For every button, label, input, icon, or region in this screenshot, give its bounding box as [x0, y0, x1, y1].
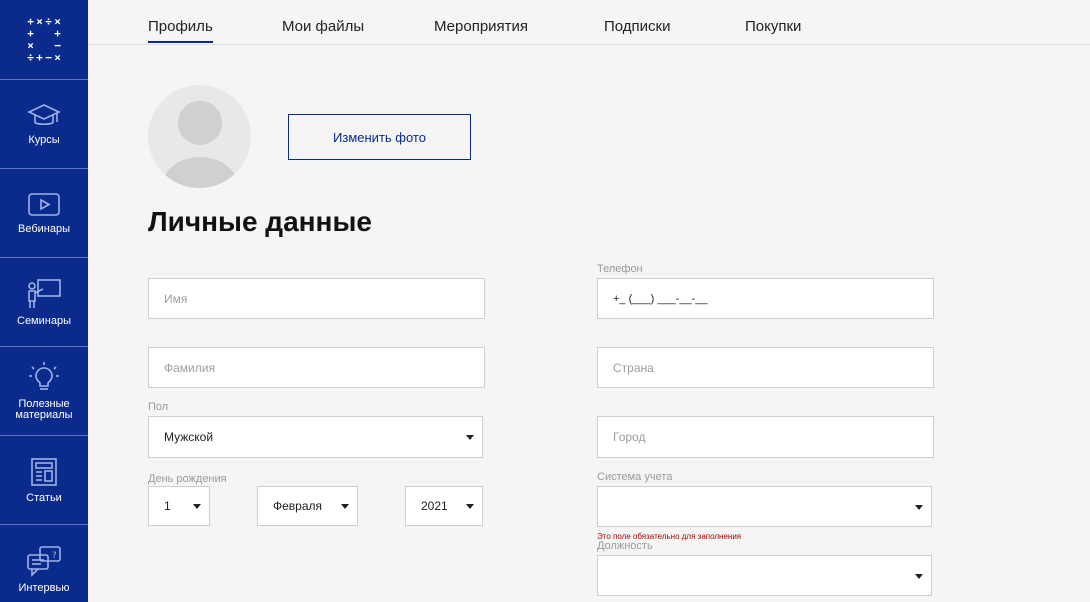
city-field[interactable]: Город: [597, 416, 934, 458]
avatar-body-shape: [162, 157, 238, 188]
svg-text:?: ?: [52, 551, 57, 561]
sidebar-item-label: Вебинары: [18, 222, 70, 235]
sidebar-item-useful-materials[interactable]: Полезные материалы: [0, 347, 88, 436]
sidebar-item-interviews[interactable]: ? Интервью: [0, 525, 88, 602]
avatar: [148, 85, 251, 188]
sidebar: + × ÷ × + + × − ÷ + − × Курсы Вебинары Семина: [0, 0, 88, 602]
birth-day-value: 1: [164, 499, 171, 513]
presenter-board-icon: [28, 278, 61, 308]
tab-purchases[interactable]: Покупки: [745, 18, 801, 35]
newspaper-icon: [31, 457, 57, 486]
tab-subscriptions[interactable]: Подписки: [604, 18, 671, 35]
tab-events[interactable]: Мероприятия: [434, 18, 528, 35]
tab-profile[interactable]: Профиль: [148, 18, 213, 43]
sidebar-item-label: Семинары: [17, 314, 71, 327]
chevron-down-icon: [193, 504, 201, 509]
phone-field[interactable]: +_ (___) ___-__-__: [597, 278, 934, 319]
sidebar-item-seminars[interactable]: Семинары: [0, 258, 88, 347]
profile-tabs: Профиль Мои файлы Мероприятия Подписки П…: [88, 0, 1090, 45]
gender-select[interactable]: Мужской: [148, 416, 483, 458]
sidebar-item-articles[interactable]: Статьи: [0, 436, 88, 525]
tab-my-files[interactable]: Мои файлы: [282, 18, 364, 35]
position-select[interactable]: [597, 555, 932, 596]
change-photo-button[interactable]: Изменить фото: [288, 114, 471, 160]
sidebar-item-webinars[interactable]: Вебинары: [0, 169, 88, 258]
birth-month-value: Февраля: [273, 499, 323, 513]
video-play-icon: [28, 192, 60, 216]
logo-math-symbols-icon: + × ÷ × + + × − ÷ + − ×: [27, 14, 61, 64]
accounting-system-select[interactable]: [597, 486, 932, 527]
graduation-cap-icon: [27, 103, 61, 125]
birth-day-select[interactable]: 1: [148, 486, 210, 526]
position-label: Должность: [597, 540, 653, 552]
phone-label: Телефон: [597, 263, 643, 275]
sidebar-item-label: Полезные материалы: [15, 398, 73, 421]
last-name-field[interactable]: Фамилия: [148, 347, 485, 388]
chevron-down-icon: [341, 504, 349, 509]
chevron-down-icon: [466, 435, 474, 440]
accounting-system-label: Система учета: [597, 471, 673, 483]
birth-month-select[interactable]: Февраля: [257, 486, 358, 526]
first-name-field[interactable]: Имя: [148, 278, 485, 319]
sidebar-item-label: Статьи: [26, 491, 62, 504]
chevron-down-icon: [466, 504, 474, 509]
birth-year-select[interactable]: 2021: [405, 486, 483, 526]
chevron-down-icon: [915, 504, 923, 510]
lightbulb-icon: [29, 362, 59, 390]
logo[interactable]: + × ÷ × + + × − ÷ + − ×: [0, 0, 88, 80]
sidebar-item-label: Интервью: [18, 581, 70, 594]
sidebar-item-label: Курсы: [28, 133, 60, 146]
chevron-down-icon: [915, 573, 923, 579]
country-field[interactable]: Страна: [597, 347, 934, 388]
birthday-label: День рождения: [148, 473, 227, 485]
gender-value: Мужской: [164, 430, 214, 444]
gender-label: Пол: [148, 401, 169, 413]
avatar-head-shape: [178, 101, 222, 145]
chat-bubbles-icon: ?: [27, 545, 61, 577]
birth-year-value: 2021: [421, 499, 448, 513]
page-title: Личные данные: [148, 206, 372, 237]
sidebar-item-courses[interactable]: Курсы: [0, 80, 88, 169]
